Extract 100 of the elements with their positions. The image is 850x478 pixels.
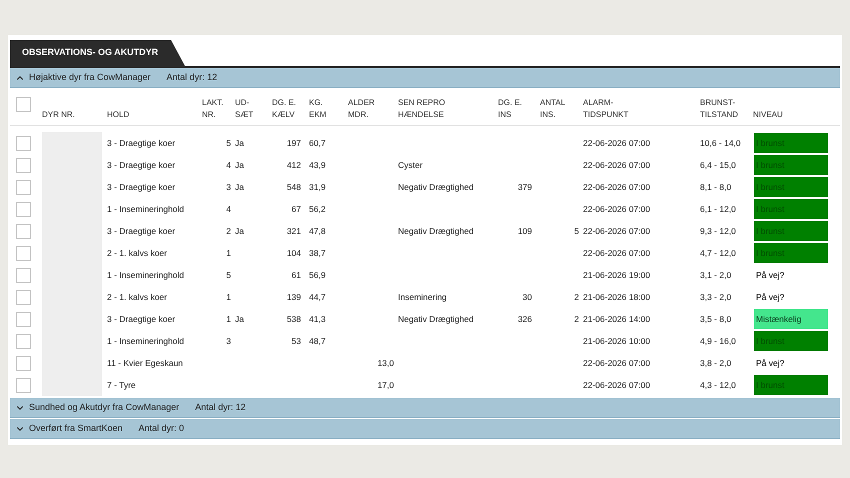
- animal-count: Antal dyr: 12: [166, 70, 218, 84]
- table-cell: 3 - Draegtige koer: [107, 314, 176, 324]
- table-cell: 139: [286, 292, 301, 302]
- table-cell: 22-06-2026 07:00: [583, 160, 650, 170]
- checkbox[interactable]: [16, 224, 31, 238]
- column-header: DG. E. KÆLV: [272, 98, 296, 119]
- table-cell: 1 - Insemineringhold: [107, 336, 184, 346]
- table-cell: 3,8 - 2,0: [700, 358, 732, 368]
- table-cell: 3 - Draegtige koer: [107, 182, 176, 192]
- column-header: NIVEAU: [753, 110, 783, 119]
- section-header[interactable]: Højaktive dyr fra CowManager Antal dyr: 12: [10, 68, 840, 88]
- column-header: ANTAL INS.: [540, 98, 566, 119]
- table-cell: 6,1 - 12,0: [700, 204, 736, 214]
- table-cell: 22-06-2026 07:00: [583, 138, 650, 148]
- table-cell: Ja: [235, 182, 244, 192]
- table-cell: 56,2: [309, 204, 326, 214]
- tab[interactable]: OBSERVATIONS- OG AKUTDYR: [10, 40, 185, 66]
- table-cell: 548: [286, 182, 301, 192]
- table-cell: 3,1 - 2,0: [700, 270, 732, 280]
- table-cell: 41,3: [309, 314, 326, 324]
- table-cell: 22-06-2026 07:00: [583, 204, 650, 214]
- table-cell: 1 - Insemineringhold: [107, 270, 184, 280]
- checkbox[interactable]: [16, 356, 31, 370]
- table-cell: 6,4 - 15,0: [700, 160, 736, 170]
- checkbox[interactable]: [16, 334, 31, 348]
- table-cell: Negativ Drægtighed: [398, 314, 474, 324]
- table-cell: 21-06-2026 14:00: [583, 314, 650, 324]
- table-cell: 3,5 - 8,0: [700, 314, 732, 324]
- checkbox[interactable]: [16, 290, 31, 304]
- table-cell: 321: [286, 226, 301, 236]
- table-cell: 2: [574, 314, 579, 324]
- column-header: UD- SÆT: [235, 98, 254, 119]
- table-cell: 4,7 - 12,0: [700, 248, 736, 258]
- table-cell: 9,3 - 12,0: [700, 226, 736, 236]
- table-cell: Inseminering: [398, 292, 447, 302]
- table-cell: 1: [226, 314, 231, 324]
- table-cell: 60,7: [309, 138, 326, 148]
- table-cell: 22-06-2026 07:00: [583, 182, 650, 192]
- column-header: LAKT. NR.: [202, 98, 224, 119]
- table-cell: Cyster: [398, 160, 423, 170]
- section-title: Overført fra SmartKoen: [29, 422, 123, 435]
- table-cell: Ja: [235, 138, 244, 148]
- table-cell: 56,9: [309, 270, 326, 280]
- table-cell: 5: [226, 270, 231, 280]
- table-cell: 4,9 - 16,0: [700, 336, 736, 346]
- table-cell: 2: [574, 292, 579, 302]
- table-cell: 3 - Draegtige koer: [107, 138, 176, 148]
- checkbox[interactable]: [16, 378, 31, 392]
- section-title: Sundhed og Akutdyr fra CowManager: [29, 400, 180, 414]
- column-header: SEN REPRO HÆNDELSE: [398, 98, 446, 119]
- checkbox[interactable]: [16, 268, 31, 282]
- section-header[interactable]: Overført fra SmartKoen Antal dyr: 0: [10, 419, 840, 439]
- table-cell: 1 - Insemineringhold: [107, 204, 184, 214]
- table-cell: 8,1 - 8,0: [700, 182, 732, 192]
- table-cell: Ja: [235, 314, 244, 324]
- section-header[interactable]: Sundhed og Akutdyr fra CowManager Antal dyr: 12: [10, 398, 840, 418]
- table-cell: 7 - Tyre: [107, 380, 136, 390]
- table-cell: 3,3 - 2,0: [700, 292, 732, 302]
- table-cell: 22-06-2026 07:00: [583, 380, 650, 390]
- table-cell: 48,7: [309, 336, 326, 346]
- animal-count: Antal dyr: 12: [195, 400, 246, 414]
- table-cell: Ja: [235, 160, 244, 170]
- checkbox[interactable]: [16, 97, 31, 112]
- checkbox[interactable]: [16, 136, 31, 150]
- table-cell: Negativ Drægtighed: [398, 182, 474, 192]
- checkbox[interactable]: [16, 246, 31, 260]
- table-cell: 3: [226, 182, 231, 192]
- table-cell: 47,8: [309, 226, 326, 236]
- table-cell: 38,7: [309, 248, 326, 258]
- table-cell: 379: [518, 182, 532, 192]
- table-cell: 4: [226, 160, 231, 170]
- table-cell: 3: [226, 336, 231, 346]
- table-cell: 11 - Kvier Egeskaun: [107, 358, 183, 368]
- table-cell: 10,6 - 14,0: [700, 138, 741, 148]
- table-cell: 326: [518, 314, 532, 324]
- checkbox[interactable]: [16, 180, 31, 194]
- table-cell: 22-06-2026 07:00: [583, 226, 650, 236]
- table-cell: 2: [226, 226, 231, 236]
- table-cell: 538: [286, 314, 301, 324]
- table-cell: 67: [292, 204, 301, 214]
- table-cell: 5: [574, 226, 579, 236]
- column-header: DYR NR.: [42, 110, 75, 119]
- checkbox[interactable]: [16, 312, 31, 326]
- table-cell: 2 - 1. kalvs koer: [107, 248, 167, 258]
- table-cell: 1: [226, 248, 231, 258]
- column-header: HOLD: [107, 110, 130, 119]
- table-cell: 22-06-2026 07:00: [583, 248, 650, 258]
- animal-count: Antal dyr: 0: [138, 422, 184, 435]
- table-cell: 2 - 1. kalvs koer: [107, 292, 167, 302]
- table-cell: 4,3 - 12,0: [700, 380, 736, 390]
- checkbox[interactable]: [16, 202, 31, 216]
- table-cell: 30: [522, 292, 532, 302]
- column-header: BRUNST- TILSTAND: [700, 98, 738, 119]
- table-cell: 3 - Draegtige koer: [107, 226, 176, 236]
- table-cell: 61: [292, 270, 301, 280]
- checkbox[interactable]: [16, 158, 31, 172]
- table-cell: 412: [286, 160, 301, 170]
- table-cell: 13,0: [377, 358, 394, 368]
- level-cell: Mistænkelig: [753, 308, 829, 330]
- table-cell: 104: [286, 248, 301, 258]
